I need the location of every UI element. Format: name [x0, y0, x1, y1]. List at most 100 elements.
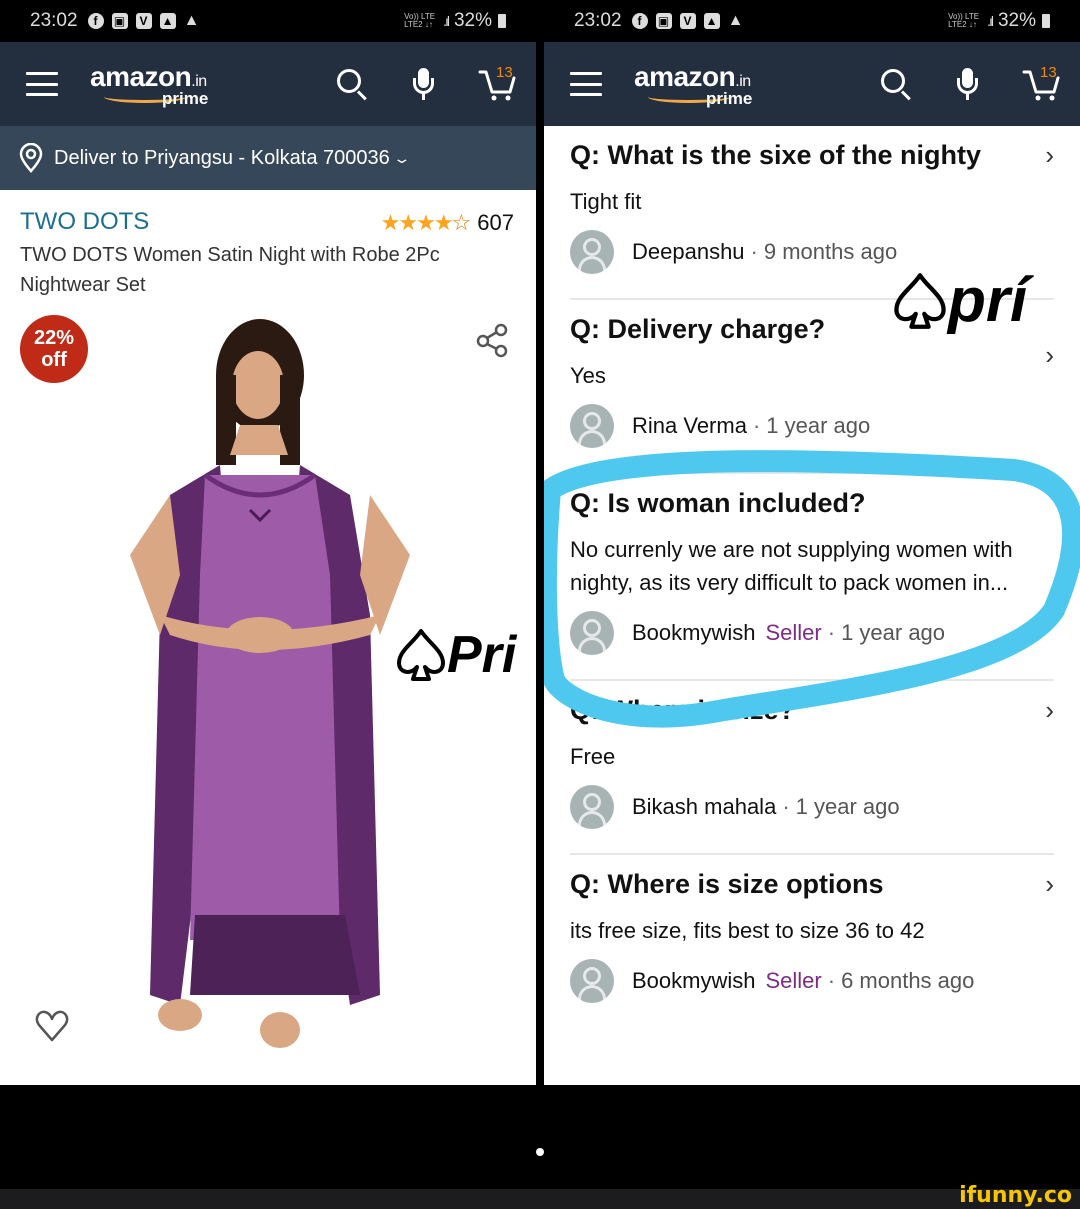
- amazon-logo[interactable]: amazon.in prime: [90, 59, 230, 109]
- chevron-down-icon: ⌄: [392, 149, 412, 166]
- battery-icon: [1042, 14, 1050, 28]
- deliver-to-text: Deliver to Priyangsu - Kolkata 700036: [54, 146, 390, 169]
- amazon-logo[interactable]: amazon.in prime: [634, 59, 774, 109]
- chevron-right-icon[interactable]: ›: [1045, 695, 1054, 726]
- cart-count: 13: [1040, 64, 1057, 81]
- author: Bookmywish: [632, 620, 756, 645]
- cart-icon[interactable]: 13: [478, 64, 516, 102]
- seller-badge: Seller: [765, 968, 822, 993]
- timestamp: 1 year ago: [795, 794, 900, 819]
- share-icon[interactable]: [474, 322, 510, 358]
- deliver-to-bar[interactable]: Deliver to Priyangsu - Kolkata 700036 ⌄: [0, 126, 536, 190]
- answer: Free: [570, 744, 616, 769]
- menu-icon[interactable]: [570, 72, 602, 96]
- status-bar: 23:02 f ▣ V ▲ ▲ Vo)) LTE LTE2 ↓↑ .ıl 32%: [0, 0, 536, 42]
- warning-icon: ▲: [183, 12, 200, 29]
- battery-percent: 32%: [453, 10, 492, 31]
- chevron-right-icon[interactable]: ›: [1045, 869, 1054, 900]
- storage-icon: ▣: [111, 13, 128, 29]
- warning-icon: ▲: [727, 12, 744, 29]
- logo-tld: .in: [191, 73, 207, 90]
- logo-prime: prime: [706, 89, 753, 108]
- footer: ifunny.co: [0, 1183, 1080, 1209]
- answer-meta: Bookmywish Seller · 6 months ago: [570, 959, 1054, 1003]
- product-screen: 23:02 f ▣ V ▲ ▲ Vo)) LTE LTE2 ↓↑ .ıl 32% …: [0, 0, 536, 1085]
- nav-bar: [0, 1085, 1080, 1189]
- qa-item[interactable]: Q: Where is size? › Free Bikash mahala ·…: [570, 681, 1054, 855]
- spade-icon: [894, 272, 946, 329]
- ifunny-watermark: ifunny.co: [959, 1183, 1072, 1208]
- discount-off: off: [41, 349, 67, 371]
- answer: No currenly we are not supplying women w…: [570, 537, 1013, 595]
- image-icon: ▲: [703, 13, 720, 29]
- app-header: amazon.in prime 13: [544, 42, 1080, 126]
- chevron-right-icon[interactable]: ›: [1045, 340, 1054, 371]
- signal-icon: .ıl: [443, 13, 450, 29]
- product-image[interactable]: [120, 315, 420, 1055]
- heart-icon[interactable]: [34, 1008, 70, 1044]
- cart-icon[interactable]: 13: [1022, 64, 1060, 102]
- avatar: [570, 404, 614, 448]
- status-bar: 23:02 f ▣ V ▲ ▲ Vo)) LTE LTE2 ↓↑ .ıl 32%: [544, 0, 1080, 42]
- avatar: [570, 785, 614, 829]
- cart-count: 13: [496, 64, 513, 81]
- home-indicator[interactable]: [536, 1148, 544, 1156]
- question[interactable]: Q: Where is size options: [570, 855, 1054, 900]
- battery-percent: 32%: [997, 10, 1036, 31]
- answer: Yes: [570, 363, 606, 388]
- timestamp: 6 months ago: [841, 968, 975, 993]
- answer-meta: Rina Verma · 1 year ago: [570, 404, 1054, 448]
- watermark: Pri: [395, 625, 516, 685]
- facebook-icon: f: [87, 13, 104, 29]
- microphone-icon[interactable]: [950, 66, 986, 102]
- question[interactable]: Q: Is woman included?: [570, 474, 1054, 519]
- logo-word: amazon: [634, 61, 736, 92]
- star-rating-icon: ★★★★☆: [380, 210, 472, 235]
- location-pin-icon: [19, 143, 43, 173]
- timestamp: 9 months ago: [763, 239, 898, 264]
- rating[interactable]: ★★★★☆ 607: [381, 210, 514, 236]
- logo-prime: prime: [162, 89, 209, 108]
- menu-icon[interactable]: [26, 72, 58, 96]
- qa-item[interactable]: Q: Is woman included? No currenly we are…: [570, 474, 1054, 681]
- chevron-right-icon[interactable]: ›: [1045, 140, 1054, 171]
- watermark-text: Pri: [447, 626, 517, 684]
- image-icon: ▲: [159, 13, 176, 29]
- question[interactable]: Q: What is the sixe of the nighty: [570, 126, 1054, 171]
- avatar: [570, 959, 614, 1003]
- search-icon[interactable]: [334, 66, 370, 102]
- answer: its free size, fits best to size 36 to 4…: [570, 918, 925, 943]
- answer-meta: Bikash mahala · 1 year ago: [570, 785, 1054, 829]
- timestamp: 1 year ago: [841, 620, 946, 645]
- qa-item[interactable]: Q: Where is size options › its free size…: [570, 855, 1054, 1027]
- author: Bikash mahala: [632, 794, 777, 819]
- logo-tld: .in: [735, 73, 751, 90]
- discount-percent: 22%: [33, 327, 75, 349]
- watermark: prí: [892, 265, 1027, 336]
- status-time: 23:02: [30, 10, 78, 31]
- product-header: TWO DOTS ★★★★☆ 607 TWO DOTS Women Satin …: [0, 190, 536, 300]
- logo-word: amazon: [90, 61, 192, 92]
- rating-count: 607: [477, 210, 514, 235]
- author: Bookmywish: [632, 968, 756, 993]
- vivaldi-icon: V: [679, 13, 696, 29]
- author: Rina Verma: [632, 413, 747, 438]
- avatar: [570, 230, 614, 274]
- author: Deepanshu: [632, 239, 745, 264]
- storage-icon: ▣: [655, 13, 672, 29]
- question[interactable]: Q: Where is size?: [570, 681, 1054, 726]
- discount-badge: 22% off: [20, 315, 88, 383]
- vivaldi-icon: V: [135, 13, 152, 29]
- answer: Tight fit: [570, 189, 642, 214]
- network-indicator: Vo)) LTE LTE2 ↓↑: [404, 12, 436, 29]
- watermark-text: prí: [948, 266, 1028, 335]
- seller-badge: Seller: [765, 620, 822, 645]
- answer-meta: Bookmywish Seller · 1 year ago: [570, 611, 1054, 655]
- status-time: 23:02: [574, 10, 622, 31]
- microphone-icon[interactable]: [406, 66, 442, 102]
- avatar: [570, 611, 614, 655]
- timestamp: 1 year ago: [766, 413, 871, 438]
- battery-icon: [498, 14, 506, 28]
- search-icon[interactable]: [878, 66, 914, 102]
- app-header: amazon.in prime 13: [0, 42, 536, 126]
